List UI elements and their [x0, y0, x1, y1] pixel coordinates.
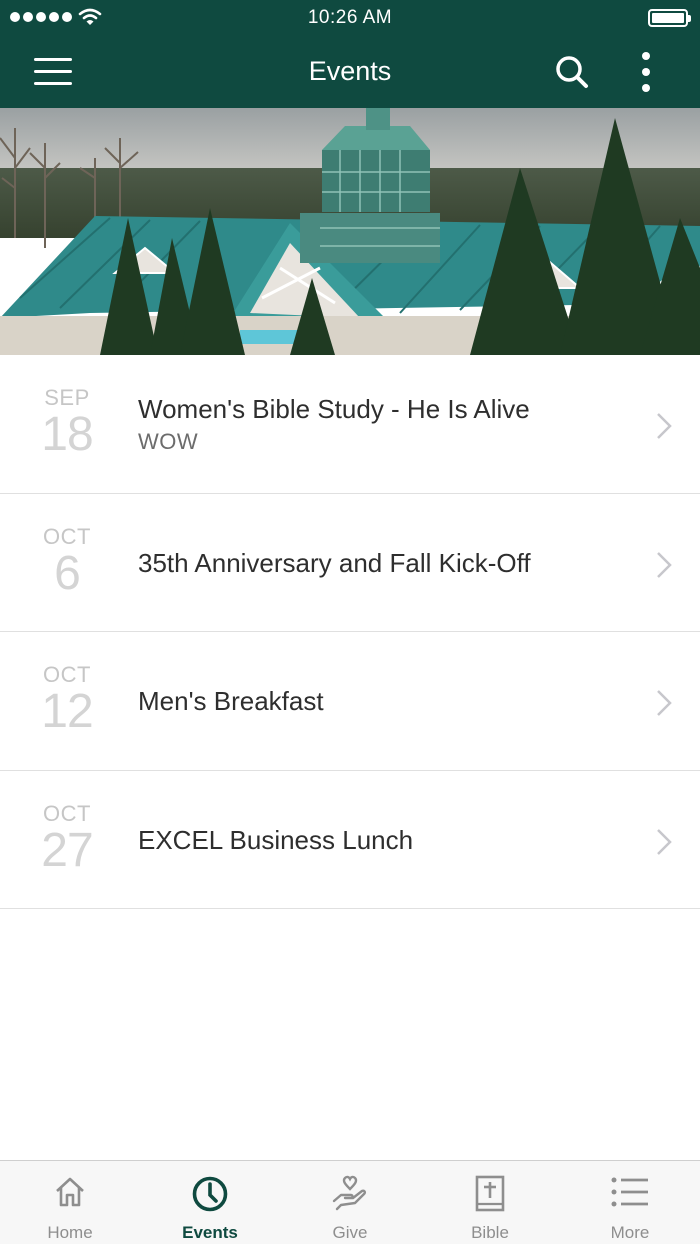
tab-more[interactable]: More	[560, 1161, 700, 1244]
heart-hand-icon	[332, 1175, 367, 1211]
event-day: 6	[54, 546, 81, 600]
tab-home[interactable]: Home	[0, 1161, 140, 1244]
status-time: 10:26 AM	[307, 7, 393, 28]
status-bar: 10:26 AM	[0, 0, 700, 36]
list-icon	[611, 1177, 648, 1207]
tab-bible[interactable]: Bible	[420, 1161, 560, 1244]
event-title: Men's Breakfast	[138, 686, 324, 716]
event-day: 18	[41, 408, 93, 461]
event-day: 12	[41, 685, 93, 738]
search-icon[interactable]	[554, 54, 590, 90]
event-title: Women's Bible Study - He Is Alive	[138, 394, 530, 424]
tab-events[interactable]: Events	[140, 1161, 280, 1244]
tab-label: More	[610, 1223, 650, 1242]
home-icon	[56, 1177, 84, 1207]
event-title: EXCEL Business Lunch	[138, 824, 414, 855]
event-row-mens-breakfast[interactable]: OCT 12 Men's Breakfast	[0, 632, 700, 771]
tab-label: Events	[182, 1223, 238, 1242]
event-day: 27	[41, 823, 93, 877]
chevron-right-icon	[657, 690, 672, 716]
event-row-womens-bible-study[interactable]: SEP 18 Women's Bible Study - He Is Alive…	[0, 355, 700, 494]
tab-bar: Home Events Give Bible More	[0, 1160, 700, 1244]
page-title: Events	[308, 56, 392, 86]
events-list: SEP 18 Women's Bible Study - He Is Alive…	[0, 355, 700, 909]
tab-label: Bible	[471, 1223, 509, 1242]
more-options-button[interactable]	[636, 52, 656, 92]
top-bar: 10:26 AM Events	[0, 0, 700, 108]
chevron-right-icon	[657, 413, 672, 439]
nav-bar: Events	[0, 36, 700, 108]
event-row-excel-business-lunch[interactable]: OCT 27 EXCEL Business Lunch	[0, 771, 700, 909]
bible-icon	[475, 1175, 505, 1212]
event-title: 35th Anniversary and Fall Kick-Off	[138, 547, 531, 578]
tab-label: Give	[332, 1223, 368, 1242]
battery-icon	[648, 9, 691, 27]
event-row-35th-anniversary[interactable]: OCT 6 35th Anniversary and Fall Kick-Off	[0, 494, 700, 632]
clock-icon	[192, 1176, 228, 1212]
chevron-right-icon	[657, 551, 672, 578]
tab-give[interactable]: Give	[280, 1161, 420, 1244]
tab-label: Home	[47, 1223, 93, 1242]
chevron-right-icon	[657, 828, 672, 855]
event-subtitle: WOW	[138, 429, 199, 454]
hero-church-image	[0, 108, 700, 355]
